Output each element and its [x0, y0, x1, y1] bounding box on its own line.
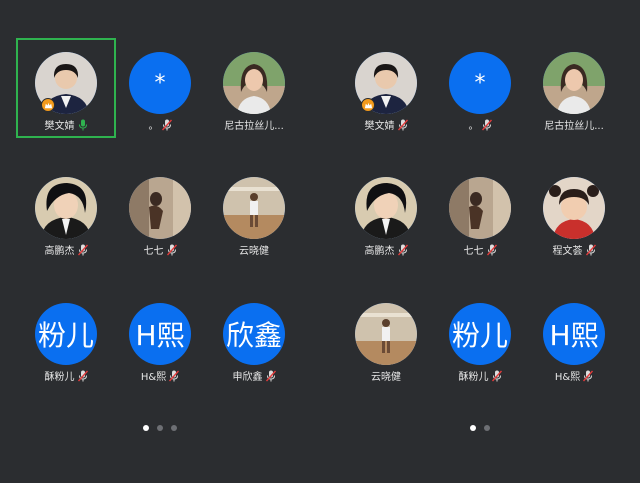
participant-name: 申欣鑫 [232, 372, 263, 383]
participant-name: 樊文婧 [44, 121, 75, 132]
mic-muted-icon [481, 119, 492, 131]
mic-muted-icon [486, 244, 497, 256]
participant-tile-su-fener[interactable]: 粉儿 酥粉儿 [18, 291, 114, 387]
avatar [129, 177, 191, 239]
page-dot[interactable] [171, 425, 177, 431]
participant-name: 酥粉儿 [458, 372, 489, 383]
mic-muted-icon [265, 370, 276, 382]
participant-tile-nikolasi[interactable]: 尼古拉丝儿... [206, 40, 302, 136]
participant-tile-fan-wenjing[interactable]: 樊文婧 [16, 38, 116, 138]
host-crown-icon [361, 98, 375, 112]
participant-tile-gao-pengjie[interactable]: 高鹏杰 [338, 165, 434, 261]
mic-muted-icon [397, 244, 408, 256]
participant-name: 酥粉儿 [44, 372, 75, 383]
avatar [449, 177, 511, 239]
avatar [355, 303, 417, 365]
avatar-photo [543, 52, 605, 114]
participant-tile-dot[interactable]: * 。 [432, 40, 528, 136]
participant-name: 高鹏杰 [364, 246, 395, 257]
participant-name: H&熙 [140, 372, 167, 383]
participant-name: 云晓健 [239, 246, 269, 257]
avatar [223, 177, 285, 239]
participant-tile-h-xi[interactable]: H熙 H&熙 [526, 291, 622, 387]
mic-icon [78, 119, 88, 131]
host-crown-icon [41, 98, 55, 112]
participant-tile-h-xi[interactable]: H熙 H&熙 [112, 291, 208, 387]
avatar: * [129, 52, 191, 114]
mic-muted-icon [77, 370, 88, 382]
participant-name: 程文荟 [552, 246, 583, 257]
avatar-photo [129, 177, 191, 239]
avatar: * [449, 52, 511, 114]
avatar [543, 52, 605, 114]
page-dot[interactable] [157, 425, 163, 431]
avatar-photo [35, 177, 97, 239]
avatar: H熙 [543, 303, 605, 365]
mic-muted-icon [166, 244, 177, 256]
participant-name: H&熙 [554, 372, 581, 383]
page-dot[interactable] [470, 425, 476, 431]
avatar: H熙 [129, 303, 191, 365]
right-video-grid: 樊文婧 * 。 尼古拉丝儿... 高鹏杰 七七 程文荟 云晓健 粉儿 酥粉儿 H… [320, 0, 640, 483]
mic-muted-icon [161, 119, 172, 131]
avatar-photo [355, 303, 417, 365]
page-indicator[interactable] [470, 425, 490, 431]
avatar-initials: * [154, 70, 166, 96]
avatar-photo [449, 177, 511, 239]
avatar: 粉儿 [35, 303, 97, 365]
participant-tile-yun-xiaojian[interactable]: 云晓健 [338, 291, 434, 387]
avatar [35, 177, 97, 239]
avatar-initials: * [474, 70, 486, 96]
participant-tile-gao-pengjie[interactable]: 高鹏杰 [18, 165, 114, 261]
participant-tile-nikolasi[interactable]: 尼古拉丝儿... [526, 40, 622, 136]
avatar [355, 177, 417, 239]
participant-name: 尼古拉丝儿... [544, 121, 604, 132]
avatar [543, 177, 605, 239]
participant-name: 高鹏杰 [44, 246, 75, 257]
participant-name: 。 [468, 121, 479, 132]
avatar-initials: 欣鑫 [225, 319, 282, 352]
mic-muted-icon [585, 244, 596, 256]
participant-tile-cheng-wenhui[interactable]: 程文荟 [526, 165, 622, 261]
mic-muted-icon [169, 370, 180, 382]
avatar-initials: 粉儿 [37, 319, 94, 352]
participant-tile-qiqi[interactable]: 七七 [432, 165, 528, 261]
page-dot[interactable] [143, 425, 149, 431]
page-dot[interactable] [484, 425, 490, 431]
avatar-initials: 粉儿 [451, 319, 508, 352]
participant-name: 。 [148, 121, 159, 132]
mic-muted-icon [583, 370, 594, 382]
avatar-photo [223, 177, 285, 239]
avatar [223, 52, 285, 114]
participant-name: 尼古拉丝儿... [224, 121, 284, 132]
participant-name: 云晓健 [371, 372, 401, 383]
avatar-photo [543, 177, 605, 239]
avatar: 粉儿 [449, 303, 511, 365]
participant-name: 七七 [463, 246, 484, 257]
avatar-initials: H熙 [135, 319, 185, 352]
participant-tile-yun-xiaojian[interactable]: 云晓健 [206, 165, 302, 261]
participant-tile-dot[interactable]: * 。 [112, 40, 208, 136]
page-indicator[interactable] [143, 425, 177, 431]
left-video-grid: 樊文婧 * 。 尼古拉丝儿... 高鹏杰 七七 云晓健 粉儿 酥粉儿 H熙 H&… [0, 0, 320, 483]
participant-name: 七七 [143, 246, 164, 257]
participant-tile-fan-wenjing[interactable]: 樊文婧 [338, 40, 434, 136]
mic-muted-icon [491, 370, 502, 382]
participant-tile-su-fener[interactable]: 粉儿 酥粉儿 [432, 291, 528, 387]
mic-muted-icon [77, 244, 88, 256]
participant-tile-qiqi[interactable]: 七七 [112, 165, 208, 261]
avatar-initials: H熙 [549, 319, 599, 352]
participant-tile-shen-xinxin[interactable]: 欣鑫 申欣鑫 [206, 291, 302, 387]
avatar-photo [223, 52, 285, 114]
mic-muted-icon [397, 119, 408, 131]
avatar-photo [355, 177, 417, 239]
avatar: 欣鑫 [223, 303, 285, 365]
participant-name: 樊文婧 [364, 121, 395, 132]
